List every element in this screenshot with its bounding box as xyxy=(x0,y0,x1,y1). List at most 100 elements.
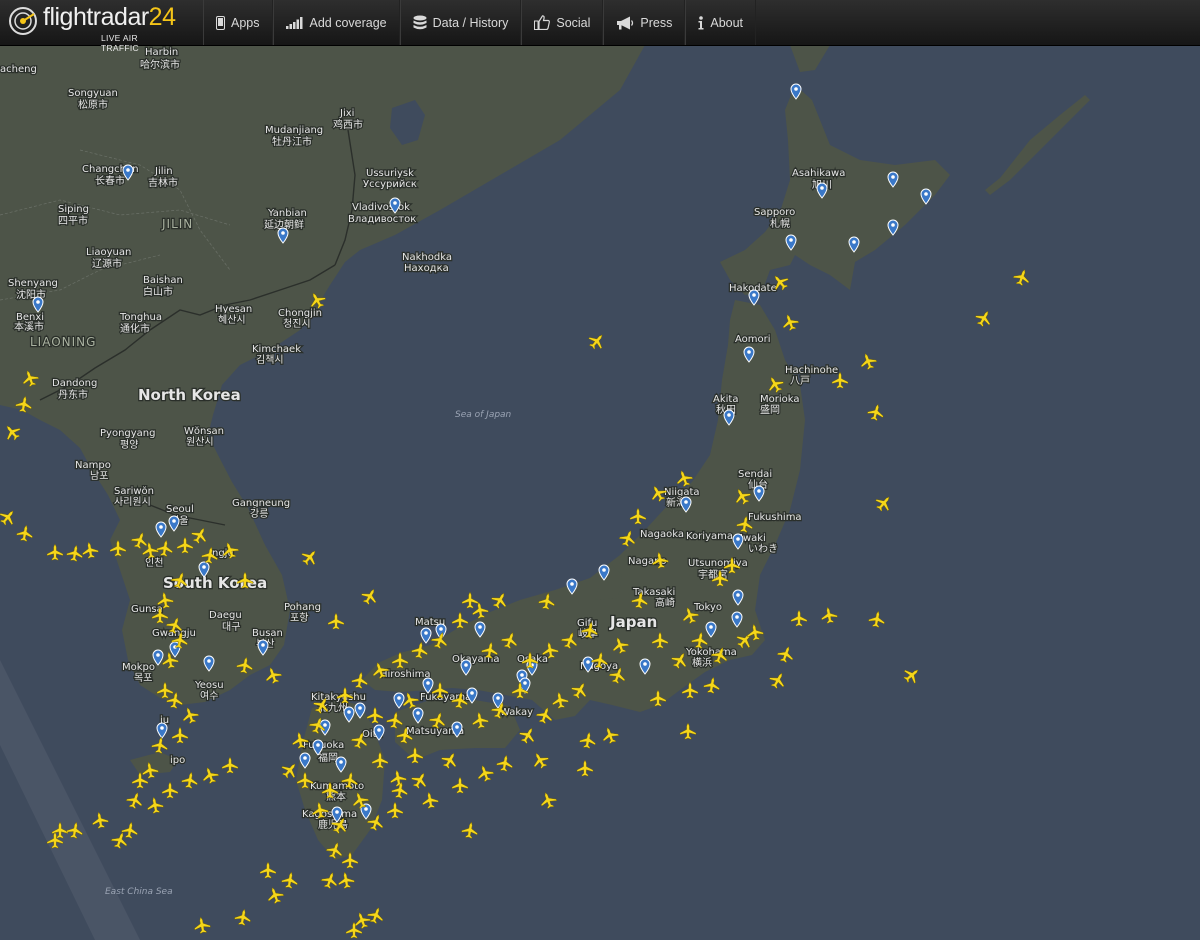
label-mudanjiang: Mudanjiang xyxy=(265,125,323,136)
label-okayama: Okayama xyxy=(452,654,500,665)
info-icon xyxy=(698,15,704,29)
nav-data-history-label: Data / History xyxy=(432,15,509,30)
label-dandong-cjk: 丹东市 xyxy=(58,388,88,401)
label-yanbian: Yanbian xyxy=(267,208,307,219)
label-fukuoka-cjk: 福岡 xyxy=(318,751,338,764)
label-songyuan: Songyuan xyxy=(68,88,118,99)
top-navigation-bar: flightradar24 LIVE AIR TRAFFIC Apps Add … xyxy=(0,0,1200,53)
label-japan: Japan xyxy=(609,613,657,631)
label-baishan: Baishan xyxy=(143,275,183,286)
nav-apps[interactable]: Apps xyxy=(203,0,273,45)
label-sariwon: Sariwŏn xyxy=(114,485,154,497)
label-mokpo: Mokpo xyxy=(122,662,155,673)
label-nampo: Nampo xyxy=(75,460,111,471)
label-pohang-cjk: 포항 xyxy=(290,612,308,624)
label-east-china-sea: East China Sea xyxy=(105,887,173,897)
tagline: LIVE AIR TRAFFIC xyxy=(101,33,139,53)
brand-number: 24 xyxy=(148,3,176,31)
label-baishan-cjk: 白山市 xyxy=(143,285,173,298)
label-siping: Siping xyxy=(58,204,89,215)
label-gangneung-cjk: 강릉 xyxy=(250,508,268,520)
label-hachinohe-cjk: 八戸 xyxy=(790,375,810,387)
label-hyesan: Hyesan xyxy=(215,304,252,315)
label-liaoyuan-cjk: 辽源市 xyxy=(92,257,122,270)
label-fukushima: Fukushima xyxy=(748,512,802,523)
label-takasaki: Takasaki xyxy=(632,587,675,598)
label-jixi-cjk: 鸡西市 xyxy=(333,118,363,131)
label-north-korea: North Korea xyxy=(138,386,241,404)
label-daegu: Daegu xyxy=(209,610,242,621)
label-seoul: Seoul xyxy=(166,504,194,515)
signal-bars-icon xyxy=(285,16,302,29)
label-nakhodka-cyr: Находка xyxy=(404,263,449,274)
label-seogwipo: ipo xyxy=(170,755,185,766)
nav-social-label: Social xyxy=(556,15,591,30)
nav-about-label: About xyxy=(710,15,744,30)
flightradar24-logo[interactable]: flightradar24 LIVE AIR TRAFFIC xyxy=(6,3,176,53)
nav-add-coverage[interactable]: Add coverage xyxy=(272,0,400,45)
nav-about[interactable]: About xyxy=(685,0,757,45)
label-iwaki-cjk: いわき xyxy=(748,543,778,555)
radar-icon xyxy=(9,7,37,35)
label-niigata: Niigata xyxy=(664,487,700,498)
label-morioka-cjk: 盛岡 xyxy=(760,403,780,416)
main-nav: Apps Add coverage Data / History Social … xyxy=(203,0,757,45)
label-chongjin-cjk: 청진시 xyxy=(283,318,311,330)
label-dandong: Dandong xyxy=(52,378,97,389)
label-wonsan: Wŏnsan xyxy=(184,425,224,437)
label-yokohama: Yokohama xyxy=(685,647,737,658)
label-siping-cjk: 四平市 xyxy=(58,214,88,227)
label-daegu-cjk: 대구 xyxy=(222,621,240,633)
label-jixi: Jixi xyxy=(339,108,354,119)
label-tonghua: Tonghua xyxy=(119,312,162,323)
label-chongjin: Chongjin xyxy=(278,308,322,319)
label-morioka: Morioka xyxy=(760,394,800,405)
flight-map[interactable]: Harbin 哈尔滨市 acheng Songyuan 松原市 Changchu… xyxy=(0,45,1200,940)
label-hyesan-cjk: 혜산시 xyxy=(218,314,246,326)
label-kimchaek: Kimchaek xyxy=(252,344,301,355)
label-pyongyang-cjk: 평양 xyxy=(120,439,138,451)
label-pyongyang: Pyongyang xyxy=(100,428,155,439)
label-benxi-cjk: 本溪市 xyxy=(14,320,44,333)
label-changchun-cjk: 长春市 xyxy=(95,174,125,187)
label-liaoning-region: LIAONING xyxy=(30,335,96,349)
label-mudanjiang-cjk: 牡丹江市 xyxy=(272,135,312,148)
database-icon xyxy=(413,15,427,29)
label-vladivostok: Vladivostok xyxy=(352,202,410,213)
label-mokpo-cjk: 목포 xyxy=(134,672,152,684)
label-hachinohe: Hachinohe xyxy=(785,365,838,376)
label-yeosu: Yeosu xyxy=(194,680,224,691)
label-gifu: Gifu xyxy=(577,618,597,629)
brand-text: flightradar xyxy=(43,3,149,31)
label-liaoyuan: Liaoyuan xyxy=(86,247,131,258)
label-akita: Akita xyxy=(713,394,738,405)
label-fukuoka: Fukuoka xyxy=(303,740,344,751)
label-iwaki: Iwaki xyxy=(740,533,766,544)
label-yeosu-cjk: 여수 xyxy=(200,690,218,702)
nav-press-label: Press xyxy=(640,15,673,30)
nav-social[interactable]: Social xyxy=(521,0,604,45)
label-ussuriysk: Ussuriysk xyxy=(366,168,414,179)
label-gangneung: Gangneung xyxy=(232,498,290,509)
label-yokohama-cjk: 横浜 xyxy=(692,656,712,669)
label-jilin-region: JILIN xyxy=(161,217,193,231)
label-incheon-cjk: 인천 xyxy=(145,557,163,569)
label-aomori: Aomori xyxy=(735,334,771,345)
nav-press[interactable]: Press xyxy=(603,0,686,45)
nav-apps-label: Apps xyxy=(231,15,260,30)
label-nampo-cjk: 남포 xyxy=(90,470,108,482)
label-jilin-city: Jilin xyxy=(154,166,173,177)
nav-data-history[interactable]: Data / History xyxy=(399,0,522,45)
label-takasaki-cjk: 高崎 xyxy=(655,596,675,609)
label-gunsan: Gunsa xyxy=(131,604,163,615)
label-sapporo-cjk: 札幌 xyxy=(770,217,790,230)
label-nagaoka: Nagaoka xyxy=(640,529,684,540)
label-harbin-cjk: 哈尔滨市 xyxy=(140,58,180,71)
thumbs-up-icon xyxy=(534,15,551,30)
label-sea-of-japan: Sea of Japan xyxy=(455,410,512,420)
label-vladivostok-cyr: Владивосток xyxy=(348,214,416,225)
label-kagoshima: Kagoshima xyxy=(302,809,357,820)
label-kimchaek-cjk: 김책시 xyxy=(256,354,284,366)
label-songyuan-cjk: 松原市 xyxy=(78,98,108,111)
nav-add-coverage-label: Add coverage xyxy=(309,15,387,30)
